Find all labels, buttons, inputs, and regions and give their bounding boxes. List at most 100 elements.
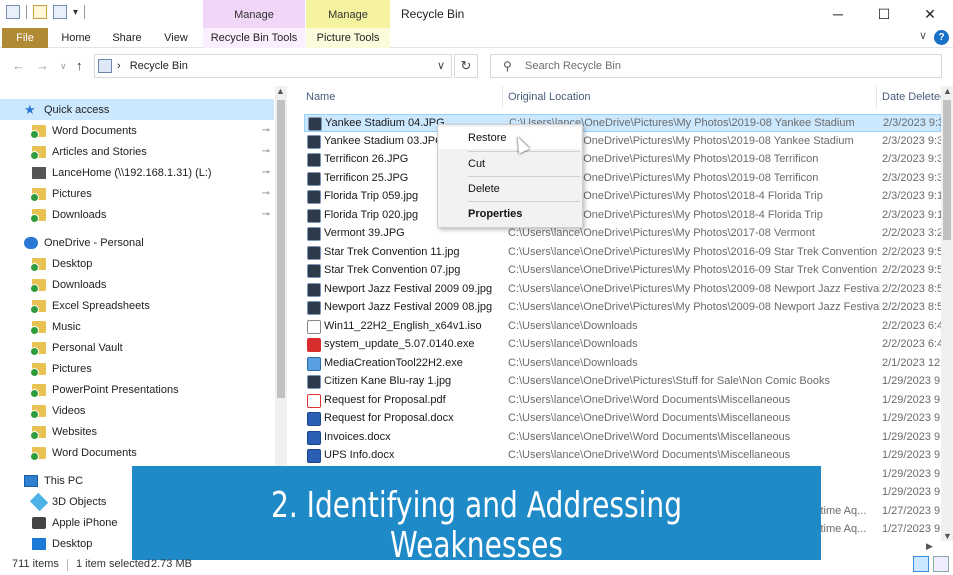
file-row[interactable]: Win11_22H2_English_x64v1.iso C:\Users\lan… bbox=[304, 318, 941, 336]
file-row[interactable]: UPS Info.docx C:\Users\lance\OneDrive\Wor… bbox=[304, 447, 941, 465]
file-row[interactable]: Request for Proposal.pdf C:\Users\lance\O… bbox=[304, 392, 941, 410]
sidebar-item[interactable]: Desktop bbox=[0, 253, 274, 274]
sidebar-item[interactable]: Downloads ⊸ bbox=[0, 204, 274, 225]
address-bar[interactable]: › Recycle Bin ∨ bbox=[94, 54, 452, 78]
tab-view[interactable]: View bbox=[156, 28, 196, 48]
nav-scroll-thumb[interactable] bbox=[277, 100, 285, 398]
folder-icon bbox=[30, 257, 46, 272]
sidebar-item[interactable]: Word Documents ⊸ bbox=[0, 120, 274, 141]
maximize-button[interactable]: ☐ bbox=[861, 0, 907, 28]
column-divider[interactable] bbox=[502, 86, 503, 108]
tab-share[interactable]: Share bbox=[106, 28, 148, 48]
scroll-right-icon[interactable]: ▶ bbox=[926, 541, 933, 552]
refresh-button[interactable]: ↻ bbox=[454, 54, 478, 78]
sidebar-item[interactable]: Music bbox=[0, 316, 274, 337]
sidebar-item[interactable]: LanceHome (\\192.168.1.31) (L:) ⊸ bbox=[0, 162, 274, 183]
column-original-location[interactable]: Original Location bbox=[508, 91, 591, 103]
customize-toolbar-icon[interactable]: ▾ bbox=[73, 7, 78, 18]
scroll-up-icon[interactable]: ▲ bbox=[943, 86, 952, 96]
forward-button[interactable]: → bbox=[36, 58, 49, 73]
details-view-button[interactable] bbox=[913, 556, 929, 572]
search-input[interactable]: Search Recycle Bin bbox=[525, 60, 621, 72]
file-list-scrollbar[interactable]: ▲ ▼ bbox=[941, 86, 953, 541]
selection-size: 2.73 MB bbox=[151, 558, 192, 570]
sidebar-item[interactable]: Websites bbox=[0, 421, 274, 442]
file-row[interactable]: Invoices.docx C:\Users\lance\OneDrive\Wor… bbox=[304, 429, 941, 447]
file-row[interactable]: Terrificon 26.JPG C:\Users\lance\OneDrive… bbox=[304, 151, 941, 169]
properties-icon[interactable] bbox=[33, 5, 47, 19]
file-row[interactable]: Yankee Stadium 03.JPG C:\Users\lance\OneD… bbox=[304, 133, 941, 151]
file-date-deleted: 2/3/2023 9:3 bbox=[882, 171, 941, 184]
file-row[interactable]: Request for Proposal.docx C:\Users\lance\… bbox=[304, 410, 941, 428]
sidebar-item[interactable]: PowerPoint Presentations bbox=[0, 379, 274, 400]
phone-icon bbox=[32, 516, 46, 529]
sidebar-item[interactable]: Pictures bbox=[0, 358, 274, 379]
file-row[interactable]: Newport Jazz Festival 2009 09.jpg C:\User… bbox=[304, 281, 941, 299]
banner-title: 2. Identifying and Addressing Weaknesses bbox=[208, 485, 745, 561]
network-drive-icon bbox=[32, 166, 46, 179]
new-folder-icon[interactable] bbox=[53, 5, 67, 19]
scroll-up-icon[interactable]: ▲ bbox=[276, 86, 285, 96]
title-bar: ▾ Manage Manage Recycle Bin ─ ☐ ✕ bbox=[0, 0, 953, 28]
close-button[interactable]: ✕ bbox=[907, 0, 953, 28]
expand-ribbon-icon[interactable]: ∨ bbox=[919, 29, 927, 42]
column-name[interactable]: Name bbox=[306, 91, 335, 103]
view-toggle bbox=[913, 556, 949, 572]
status-divider bbox=[67, 559, 68, 571]
tab-home[interactable]: Home bbox=[56, 28, 96, 48]
sidebar-item[interactable]: Pictures ⊸ bbox=[0, 183, 274, 204]
sidebar-item[interactable]: Word Documents bbox=[0, 442, 274, 463]
back-button[interactable]: ← bbox=[12, 58, 25, 73]
sidebar-item-label: Personal Vault bbox=[52, 341, 123, 354]
file-row[interactable]: Terrificon 25.JPG C:\Users\lance\OneDrive… bbox=[304, 170, 941, 188]
file-row[interactable]: Florida Trip 059.jpg C:\Users\lance\OneDr… bbox=[304, 188, 941, 206]
file-date-deleted: 1/29/2023 9 bbox=[882, 412, 941, 424]
recent-locations-button[interactable]: ∨ bbox=[60, 61, 67, 72]
file-row[interactable]: Citizen Kane Blu-ray 1.jpg C:\Users\lance… bbox=[304, 373, 941, 391]
minimize-button[interactable]: ─ bbox=[815, 0, 861, 28]
file-row[interactable]: Florida Trip 020.jpg C:\Users\lance\OneDr… bbox=[304, 207, 941, 225]
menu-item-restore[interactable]: Restore bbox=[439, 127, 581, 149]
tab-recycle-bin-tools[interactable]: Recycle Bin Tools bbox=[203, 28, 305, 48]
sidebar-item[interactable]: Excel Spreadsheets bbox=[0, 295, 274, 316]
file-name: Star Trek Convention 07.jpg bbox=[324, 264, 461, 276]
file-name: UPS Info.docx bbox=[324, 449, 395, 461]
sidebar-item[interactable]: Downloads bbox=[0, 274, 274, 295]
file-scroll-thumb[interactable] bbox=[943, 100, 951, 240]
sidebar-item[interactable]: Personal Vault bbox=[0, 337, 274, 358]
scroll-down-icon[interactable]: ▼ bbox=[943, 531, 952, 541]
folder-icon bbox=[30, 341, 46, 356]
file-date-deleted: 2/2/2023 9:5 bbox=[882, 264, 941, 276]
column-divider[interactable] bbox=[876, 86, 877, 108]
large-icons-view-button[interactable] bbox=[933, 556, 949, 572]
address-dropdown-icon[interactable]: ∨ bbox=[437, 59, 445, 72]
file-row[interactable]: Vermont 39.JPG C:\Users\lance\OneDrive\Pi… bbox=[304, 225, 941, 243]
up-button[interactable]: ↑ bbox=[76, 58, 83, 73]
tab-file[interactable]: File bbox=[2, 28, 48, 48]
file-row[interactable]: Newport Jazz Festival 2009 08.jpg C:\User… bbox=[304, 299, 941, 317]
file-row[interactable]: Star Trek Convention 11.jpg C:\Users\lanc… bbox=[304, 244, 941, 262]
menu-item-delete[interactable]: Delete bbox=[439, 178, 581, 200]
sidebar-item[interactable]: Videos bbox=[0, 400, 274, 421]
breadcrumb-recycle-bin[interactable]: Recycle Bin bbox=[130, 60, 188, 72]
sidebar-item[interactable]: Articles and Stories ⊸ bbox=[0, 141, 274, 162]
file-name: system_update_5.07.0140.exe bbox=[324, 338, 475, 350]
sidebar-item[interactable]: ★ Quick access bbox=[0, 99, 274, 120]
file-row[interactable]: MediaCreationTool22H2.exe C:\Users\lance\… bbox=[304, 355, 941, 373]
file-original-location: C:\Users\lance\Downloads bbox=[508, 356, 638, 369]
banner-line-1: 2. Identifying and Addressing bbox=[270, 485, 683, 526]
file-original-location: C:\Users\lance\Downloads bbox=[508, 319, 638, 332]
column-date-deleted[interactable]: Date Deleted bbox=[882, 91, 941, 103]
menu-item-properties[interactable]: Properties bbox=[439, 203, 581, 225]
breadcrumb[interactable]: › Recycle Bin bbox=[117, 60, 188, 72]
search-box[interactable]: ⚲ Search Recycle Bin bbox=[490, 54, 942, 78]
file-row[interactable]: Star Trek Convention 07.jpg C:\Users\lanc… bbox=[304, 262, 941, 280]
file-row[interactable]: Yankee Stadium 04.JPG C:\Users\lance\OneD… bbox=[304, 114, 941, 132]
tab-picture-tools[interactable]: Picture Tools bbox=[306, 28, 390, 48]
help-icon[interactable]: ? bbox=[934, 30, 949, 45]
window-icon[interactable] bbox=[6, 5, 20, 19]
menu-item-cut[interactable]: Cut bbox=[439, 153, 581, 175]
file-row[interactable]: system_update_5.07.0140.exe C:\Users\lanc… bbox=[304, 336, 941, 354]
file-date-deleted: 2/3/2023 9:3 bbox=[882, 153, 941, 165]
sidebar-item[interactable]: OneDrive - Personal bbox=[0, 232, 274, 253]
